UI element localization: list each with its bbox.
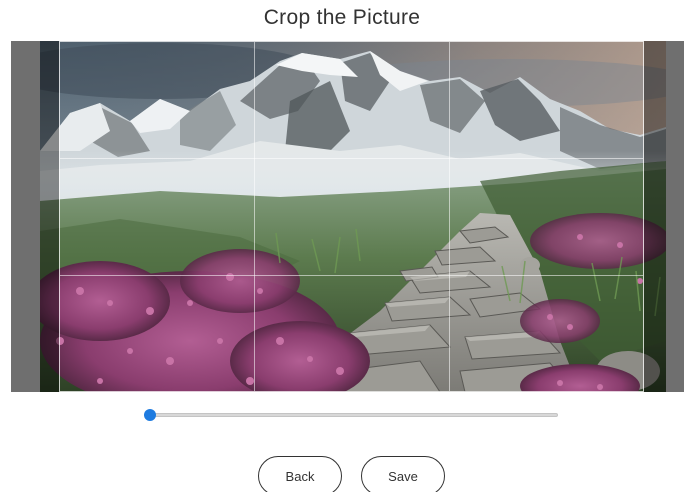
zoom-slider[interactable] [144,406,558,424]
zoom-slider-track[interactable] [150,413,558,417]
crop-grid-line [60,158,643,160]
crop-overlay-left [40,41,59,392]
save-button[interactable]: Save [361,456,445,492]
page-title: Crop the Picture [263,6,421,29]
crop-grid-line [448,42,450,391]
crop-grid-line [60,274,643,276]
zoom-slider-thumb[interactable] [144,409,156,421]
crop-dialog: Crop the Picture Back Save [0,0,684,492]
back-button[interactable]: Back [258,456,342,492]
crop-overlay-right [644,41,666,392]
crop-frame[interactable] [59,41,644,392]
crop-grid-line [254,42,256,391]
crop-stage [11,41,684,392]
